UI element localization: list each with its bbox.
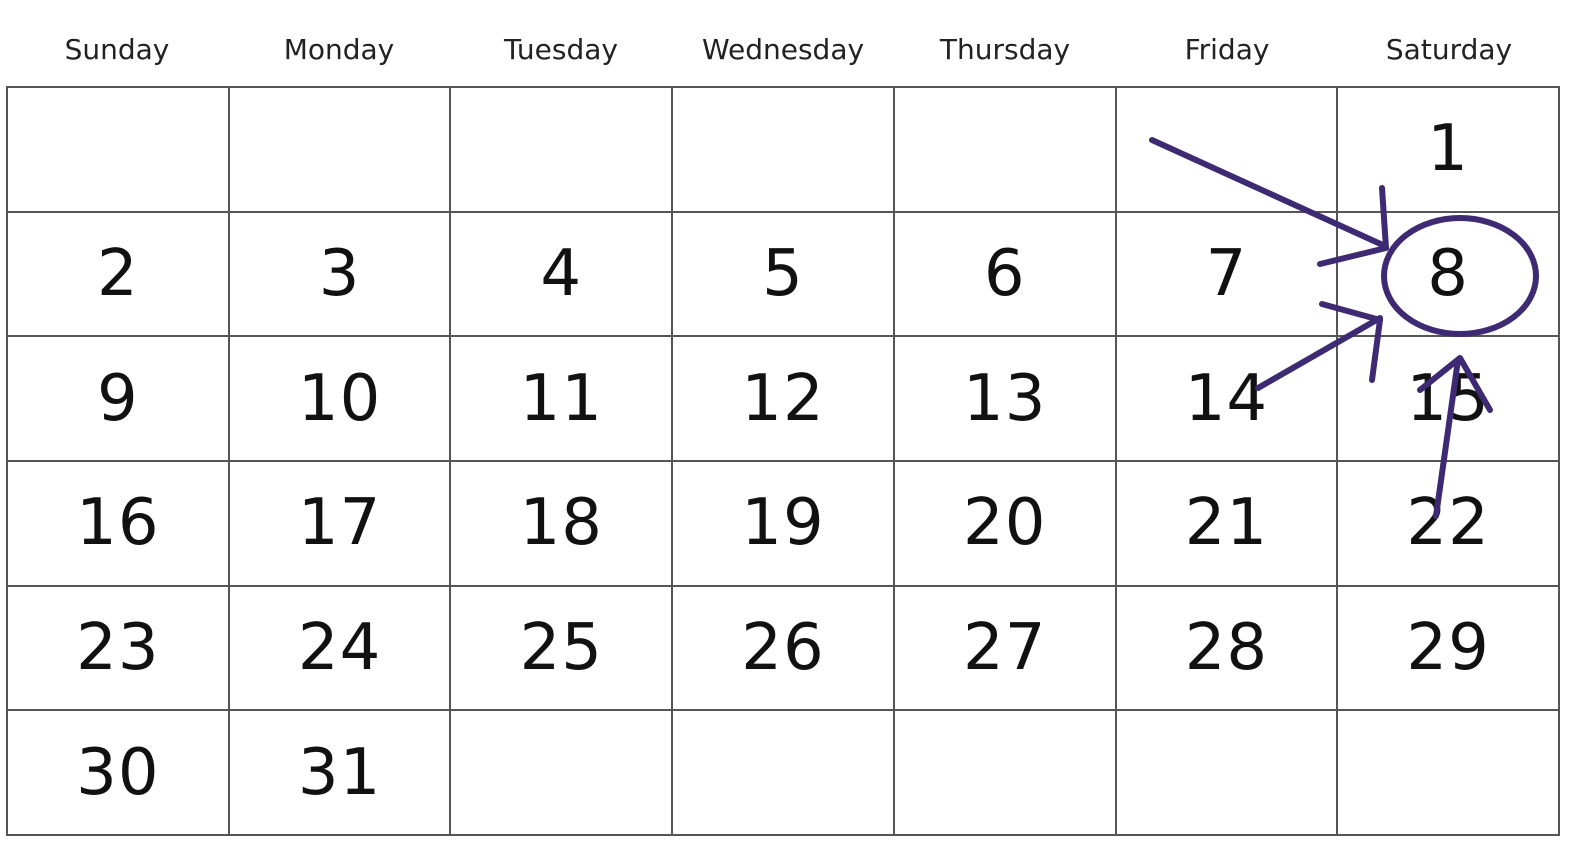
day-cell[interactable]: [673, 88, 895, 213]
day-cell[interactable]: 27: [894, 586, 1117, 712]
day-cell[interactable]: 10: [229, 337, 452, 462]
calendar: Sunday Monday Tuesday Wednesday Thursday…: [0, 0, 1594, 856]
day-number: 9: [96, 361, 139, 436]
day-number: 21: [1184, 486, 1269, 561]
weekday-saturday: Saturday: [1385, 33, 1513, 66]
day-number: 25: [519, 610, 603, 685]
day-number: 2: [96, 236, 139, 311]
weekday-tuesday: Tuesday: [504, 33, 618, 66]
day-cell[interactable]: 25: [451, 586, 674, 712]
day-number: 23: [76, 610, 160, 685]
day-cell[interactable]: [1116, 711, 1339, 836]
day-number: 19: [741, 486, 825, 561]
day-cell[interactable]: 11: [451, 337, 674, 462]
day-cell[interactable]: [894, 88, 1117, 213]
day-cell[interactable]: 29: [1338, 586, 1560, 712]
weekday-header: Sunday Monday Tuesday Wednesday Thursday…: [6, 20, 1560, 80]
calendar-grid: 1 2 3 4 5 6 7 8 9 10 11 12 13 14 15 16 1…: [6, 86, 1560, 836]
day-cell[interactable]: 21: [1116, 461, 1339, 587]
day-number: 12: [741, 361, 825, 436]
day-cell[interactable]: 17: [229, 461, 452, 587]
day-number: 30: [76, 735, 160, 810]
weekday-friday: Friday: [1184, 33, 1270, 66]
day-cell[interactable]: 16: [8, 461, 230, 587]
day-number: 16: [76, 486, 160, 561]
day-number: 11: [519, 361, 603, 436]
day-number: 28: [1184, 610, 1269, 685]
highlighted-day-number: 8: [1427, 236, 1469, 311]
day-cell[interactable]: 13: [894, 337, 1117, 462]
day-cell[interactable]: 26: [673, 586, 895, 712]
day-cell[interactable]: 31: [229, 711, 452, 836]
day-cell[interactable]: 3: [229, 212, 452, 338]
day-number: 20: [962, 486, 1047, 561]
day-cell[interactable]: [673, 711, 895, 836]
day-cell[interactable]: 4: [451, 212, 674, 338]
day-cell[interactable]: [894, 711, 1117, 836]
day-number: 22: [1406, 486, 1490, 561]
day-cell[interactable]: 23: [8, 586, 230, 712]
day-number: 17: [297, 486, 382, 561]
day-number: 18: [519, 486, 603, 561]
day-cell[interactable]: 19: [673, 461, 895, 587]
day-cell[interactable]: 5: [673, 212, 895, 338]
day-cell[interactable]: 2: [8, 212, 230, 338]
day-number: 3: [318, 236, 361, 311]
day-number: 7: [1205, 236, 1248, 311]
day-number: 10: [297, 361, 382, 436]
day-number: 26: [741, 610, 825, 685]
day-number: 1: [1427, 112, 1469, 187]
day-cell[interactable]: 22: [1338, 461, 1560, 587]
day-cell[interactable]: 28: [1116, 586, 1339, 712]
weekday-wednesday: Wednesday: [701, 33, 865, 66]
day-cell[interactable]: 24: [229, 586, 452, 712]
day-cell[interactable]: [451, 88, 674, 213]
day-number: 5: [762, 236, 804, 311]
day-cell[interactable]: 1: [1338, 88, 1560, 213]
day-number: 31: [297, 735, 382, 810]
day-number: 27: [962, 610, 1047, 685]
day-cell[interactable]: 15: [1338, 337, 1560, 462]
day-number: 14: [1184, 361, 1269, 436]
weekday-thursday: Thursday: [939, 33, 1071, 66]
day-cell[interactable]: 12: [673, 337, 895, 462]
day-number: 15: [1406, 361, 1490, 436]
weekday-monday: Monday: [283, 33, 395, 66]
day-number: 29: [1406, 610, 1490, 685]
day-cell[interactable]: [8, 88, 230, 213]
weekday-sunday: Sunday: [64, 33, 170, 66]
day-cell[interactable]: 20: [894, 461, 1117, 587]
day-cell[interactable]: 6: [894, 212, 1117, 338]
day-number: 13: [962, 361, 1047, 436]
day-number: 24: [297, 610, 382, 685]
day-cell[interactable]: [1116, 88, 1339, 213]
day-number: 4: [540, 236, 583, 311]
day-cell[interactable]: 30: [8, 711, 230, 836]
day-cell[interactable]: 18: [451, 461, 674, 587]
day-cell[interactable]: 14: [1116, 337, 1339, 462]
day-cell-highlighted[interactable]: 8: [1338, 212, 1560, 338]
day-cell[interactable]: 7: [1116, 212, 1339, 338]
day-cell[interactable]: 9: [8, 337, 230, 462]
day-cell[interactable]: [229, 88, 452, 213]
day-cell[interactable]: [1338, 711, 1560, 836]
day-number: 6: [983, 236, 1026, 311]
day-cell[interactable]: [451, 711, 674, 836]
